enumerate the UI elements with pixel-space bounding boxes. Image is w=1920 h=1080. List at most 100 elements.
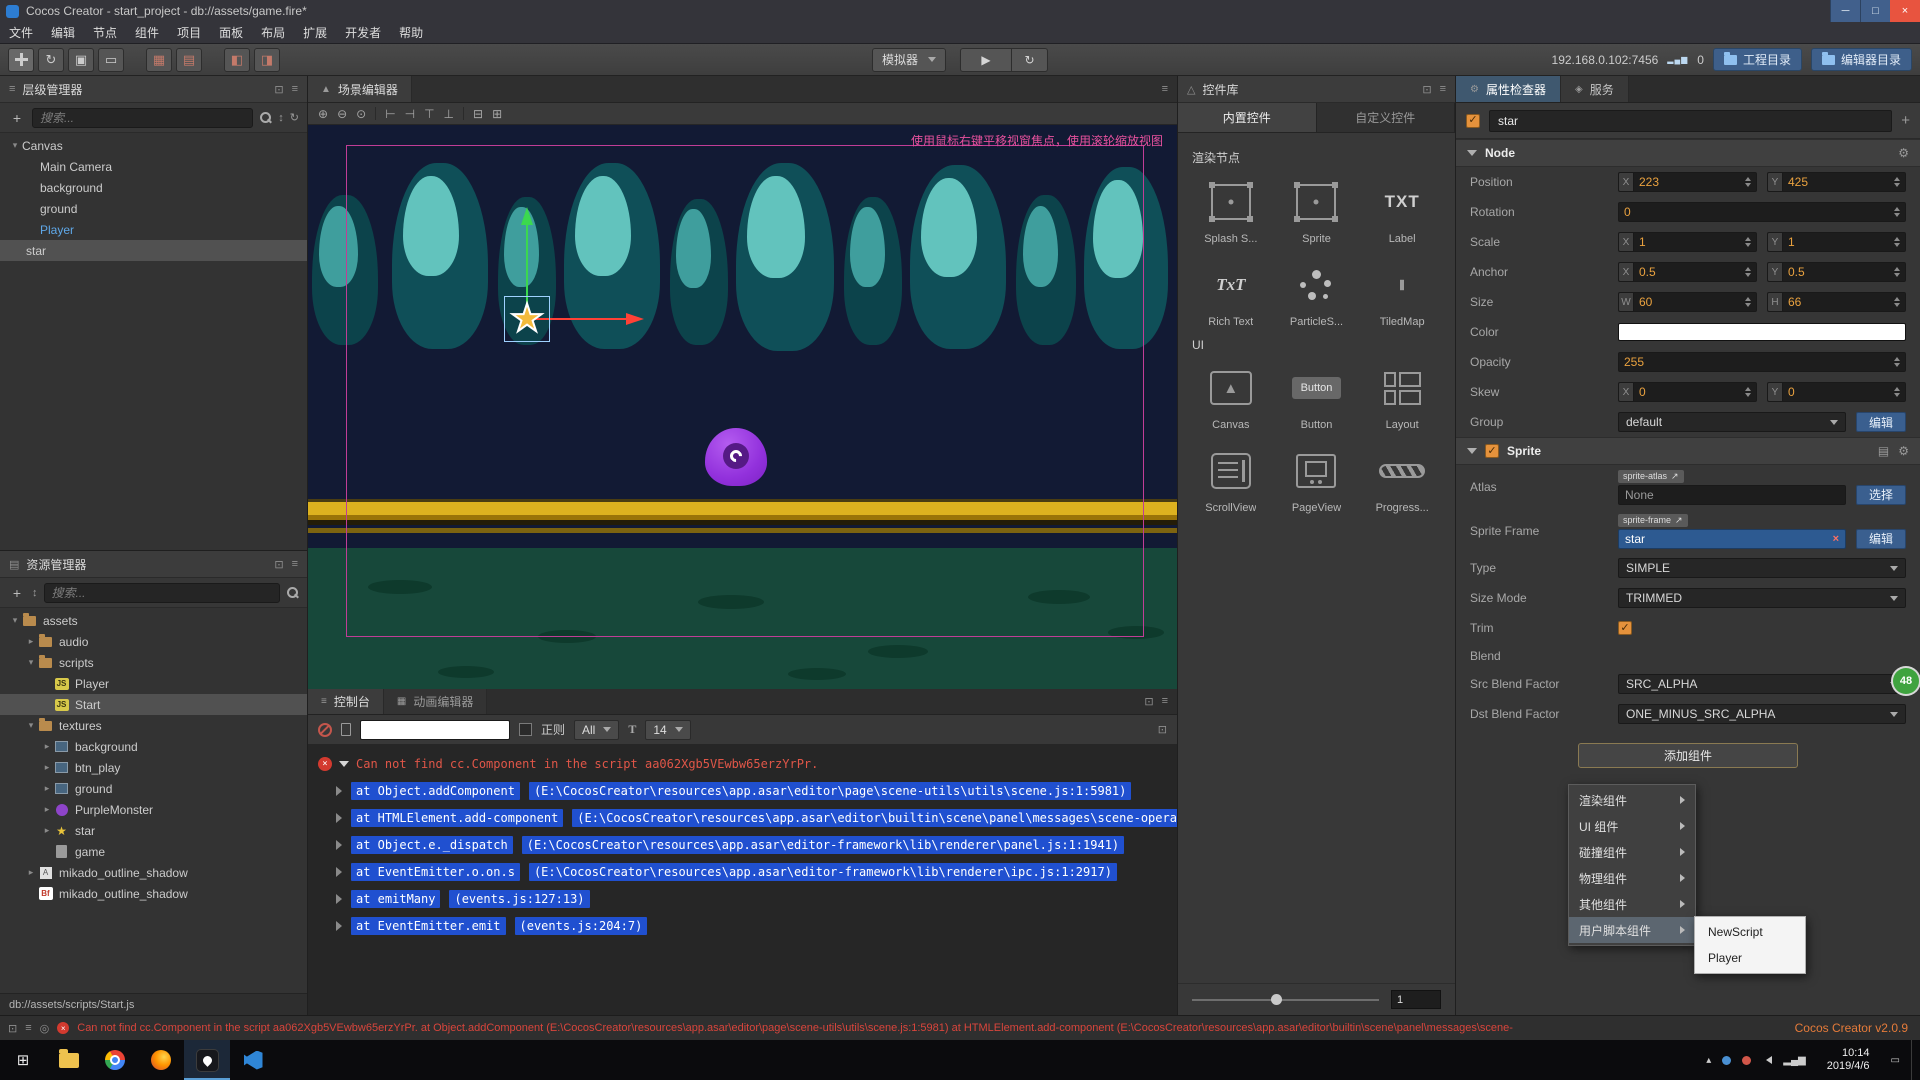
trim-checkbox[interactable]: ✓ bbox=[1618, 621, 1632, 635]
add-node-button[interactable]: + bbox=[8, 110, 26, 126]
link-icon[interactable]: ↗ bbox=[1675, 515, 1683, 526]
open-log-file-icon[interactable] bbox=[341, 723, 351, 736]
scale-y-field[interactable]: 1 bbox=[1782, 232, 1906, 252]
tree-node-main-camera[interactable]: Main Camera bbox=[0, 156, 307, 177]
panel-menu-icon[interactable]: ≡ bbox=[1440, 83, 1446, 96]
menu-item-user-script-component[interactable]: 用户脚本组件 bbox=[1569, 917, 1695, 943]
collapse-icon[interactable]: ▾ bbox=[24, 720, 38, 731]
type-dropdown[interactable]: SIMPLE bbox=[1618, 558, 1906, 578]
expand-icon[interactable]: ▸ bbox=[24, 867, 38, 878]
console-filter-input[interactable] bbox=[360, 720, 510, 740]
color-swatch[interactable] bbox=[1618, 323, 1906, 341]
tree-node-player[interactable]: Player bbox=[0, 219, 307, 240]
menu-extension[interactable]: 扩展 bbox=[294, 24, 336, 41]
dst-blend-dropdown[interactable]: ONE_MINUS_SRC_ALPHA bbox=[1618, 704, 1906, 724]
distribute-h-icon[interactable]: ⊟ bbox=[473, 107, 483, 121]
network-icon[interactable]: ▂▄▆ bbox=[1783, 1055, 1805, 1066]
pivot-toggle-button[interactable]: ▦ bbox=[146, 48, 172, 72]
zoom-in-icon[interactable]: ⊕ bbox=[318, 107, 328, 121]
taskbar-vscode[interactable] bbox=[230, 1040, 276, 1080]
tree-node-ground[interactable]: ground bbox=[0, 198, 307, 219]
group-dropdown[interactable]: default bbox=[1618, 412, 1846, 432]
expand-icon[interactable] bbox=[336, 921, 342, 931]
tab-scene-editor[interactable]: ▲ 场景编辑器 bbox=[308, 76, 412, 102]
menu-help[interactable]: 帮助 bbox=[390, 24, 432, 41]
stepper[interactable] bbox=[1894, 207, 1900, 217]
font-size-dropdown[interactable]: 14 bbox=[645, 720, 690, 740]
stack-frame-row[interactable]: at Object.e._dispatch (E:\CocosCreator\r… bbox=[308, 831, 1177, 858]
collapse-icon[interactable] bbox=[1467, 150, 1477, 156]
sort-icon[interactable]: ↕ bbox=[32, 587, 38, 599]
gizmo-y-arrowhead[interactable] bbox=[521, 207, 533, 225]
library-item-sprite[interactable]: Sprite bbox=[1276, 180, 1358, 245]
panel-menu-icon[interactable]: ≡ bbox=[292, 558, 298, 571]
star-sprite[interactable]: ★ bbox=[510, 300, 544, 338]
tray-app-icon[interactable] bbox=[1722, 1056, 1731, 1065]
expand-icon[interactable] bbox=[336, 894, 342, 904]
library-item-tiledmap[interactable]: TiledMap bbox=[1361, 263, 1443, 328]
hierarchy-search-input[interactable] bbox=[32, 108, 253, 128]
menu-panel[interactable]: 面板 bbox=[210, 24, 252, 41]
tab-services[interactable]: ◈ 服务 bbox=[1561, 76, 1629, 102]
search-icon[interactable] bbox=[259, 111, 272, 124]
stepper[interactable] bbox=[1894, 387, 1900, 397]
show-desktop-button[interactable] bbox=[1911, 1040, 1918, 1080]
library-item-scrollview[interactable]: ScrollView bbox=[1190, 449, 1272, 514]
open-editor-dir-button[interactable]: 编辑器目录 bbox=[1811, 48, 1912, 71]
stepper[interactable] bbox=[1894, 237, 1900, 247]
popout-icon[interactable]: ⊡ bbox=[1144, 695, 1153, 708]
menu-item-other-component[interactable]: 其他组件 bbox=[1569, 891, 1695, 917]
log-menu-icon[interactable]: ≡ bbox=[25, 1022, 31, 1034]
stepper[interactable] bbox=[1745, 297, 1751, 307]
panel-menu-icon[interactable]: ≡ bbox=[1162, 83, 1168, 95]
library-item-layout[interactable]: Layout bbox=[1361, 366, 1443, 431]
expand-icon[interactable] bbox=[336, 840, 342, 850]
library-item-label[interactable]: TXT Label bbox=[1361, 180, 1443, 245]
simulator-dropdown[interactable]: 模拟器 bbox=[872, 48, 946, 72]
size-mode-dropdown[interactable]: TRIMMED bbox=[1618, 588, 1906, 608]
collapse-icon[interactable]: ▾ bbox=[24, 657, 38, 668]
frame-edit-button[interactable]: 编辑 bbox=[1856, 529, 1906, 549]
expand-icon[interactable]: ▸ bbox=[24, 636, 38, 647]
library-item-splash[interactable]: Splash S... bbox=[1190, 180, 1272, 245]
stepper[interactable] bbox=[1894, 297, 1900, 307]
asset-row-player-js[interactable]: Player bbox=[0, 673, 307, 694]
maximize-button[interactable]: □ bbox=[1860, 0, 1890, 22]
zoom-value-field[interactable]: 1 bbox=[1391, 990, 1441, 1009]
panel-menu-icon[interactable]: ≡ bbox=[1162, 695, 1168, 708]
size-w-field[interactable]: 60 bbox=[1633, 292, 1757, 312]
opacity-field[interactable]: 255 bbox=[1618, 352, 1906, 372]
expand-icon[interactable]: ▸ bbox=[40, 804, 54, 815]
expand-icon[interactable]: ▸ bbox=[40, 825, 54, 836]
stack-frame-row[interactable]: at EventEmitter.emit (events.js:204:7) bbox=[308, 912, 1177, 939]
close-button[interactable]: × bbox=[1890, 0, 1920, 22]
library-item-progressbar[interactable]: Progress... bbox=[1361, 449, 1443, 514]
submenu-item-player[interactable]: Player bbox=[1695, 945, 1805, 971]
stepper[interactable] bbox=[1745, 177, 1751, 187]
collapse-icon[interactable] bbox=[339, 761, 349, 767]
expand-icon[interactable] bbox=[336, 786, 342, 796]
popout-icon[interactable]: ⊡ bbox=[1422, 83, 1431, 96]
zoom-slider-thumb[interactable] bbox=[1271, 994, 1282, 1005]
zoom-slider[interactable] bbox=[1192, 999, 1379, 1001]
console-toggle-icon[interactable]: ⊡ bbox=[8, 1022, 17, 1035]
expand-icon[interactable] bbox=[336, 813, 342, 823]
link-icon[interactable]: ↗ bbox=[1671, 471, 1679, 482]
volume-icon[interactable] bbox=[1762, 1056, 1772, 1064]
node-section-header[interactable]: Node ⚙ bbox=[1456, 139, 1920, 167]
align-left-icon[interactable]: ⊢ bbox=[385, 107, 395, 121]
regex-checkbox[interactable] bbox=[519, 723, 532, 736]
view-grid-button[interactable]: ◨ bbox=[254, 48, 280, 72]
library-item-richtext[interactable]: TxT Rich Text bbox=[1190, 263, 1272, 328]
zoom-out-icon[interactable]: ⊖ bbox=[337, 107, 347, 121]
position-y-field[interactable]: 425 bbox=[1782, 172, 1906, 192]
popout-icon[interactable]: ⊡ bbox=[274, 83, 283, 96]
stack-frame-row[interactable]: at emitMany (events.js:127:13) bbox=[308, 885, 1177, 912]
star-sprite-selection[interactable]: ★ bbox=[504, 296, 550, 342]
tree-node-background[interactable]: background bbox=[0, 177, 307, 198]
library-item-canvas[interactable]: ▲ Canvas bbox=[1190, 366, 1272, 431]
asset-row-assets[interactable]: ▾ assets bbox=[0, 610, 307, 631]
menu-project[interactable]: 项目 bbox=[168, 24, 210, 41]
taskbar-file-explorer[interactable] bbox=[46, 1040, 92, 1080]
expand-all-icon[interactable]: ↕ bbox=[278, 112, 284, 124]
